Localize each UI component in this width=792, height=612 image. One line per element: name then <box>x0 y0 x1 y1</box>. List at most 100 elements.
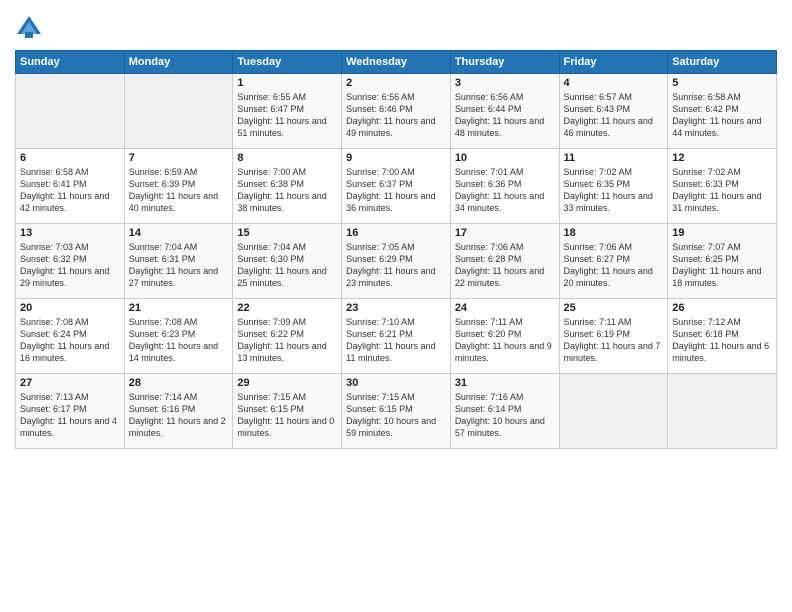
calendar-cell: 2 Sunrise: 6:56 AMSunset: 6:46 PMDaylight… <box>342 74 451 149</box>
day-number: 4 <box>564 77 664 89</box>
calendar-cell: 19 Sunrise: 7:07 AMSunset: 6:25 PMDayligh… <box>668 224 777 299</box>
day-number: 17 <box>455 227 555 239</box>
day-number: 1 <box>237 77 337 89</box>
calendar-week-row: 20Sunrise: 7:08 AMSunset: 6:24 PMDayligh… <box>16 299 777 374</box>
day-detail: Sunrise: 7:12 AMSunset: 6:18 PMDaylight:… <box>672 316 772 365</box>
calendar-cell: 6 Sunrise: 6:58 AMSunset: 6:41 PMDaylight… <box>16 149 125 224</box>
day-detail: Sunrise: 7:00 AMSunset: 6:38 PMDaylight:… <box>237 166 337 215</box>
calendar-week-row: 13 Sunrise: 7:03 AMSunset: 6:32 PMDayligh… <box>16 224 777 299</box>
day-detail: Sunrise: 7:04 AMSunset: 6:31 PMDaylight:… <box>129 241 229 290</box>
day-number: 31 <box>455 377 555 389</box>
calendar-cell: 3Sunrise: 6:56 AMSunset: 6:44 PMDaylight… <box>450 74 559 149</box>
day-detail: Sunrise: 7:00 AMSunset: 6:37 PMDaylight:… <box>346 166 446 215</box>
day-detail: Sunrise: 7:02 AMSunset: 6:35 PMDaylight:… <box>564 166 664 215</box>
calendar-cell: 21 Sunrise: 7:08 AMSunset: 6:23 PMDayligh… <box>124 299 233 374</box>
calendar-cell: 11 Sunrise: 7:02 AMSunset: 6:35 PMDayligh… <box>559 149 668 224</box>
day-detail: Sunrise: 6:58 AMSunset: 6:41 PMDaylight:… <box>20 166 120 215</box>
day-number: 30 <box>346 377 446 389</box>
day-detail: Sunrise: 7:04 AMSunset: 6:30 PMDaylight:… <box>237 241 337 290</box>
calendar-cell: 30 Sunrise: 7:15 AMSunset: 6:15 PMDayligh… <box>342 374 451 449</box>
day-number: 8 <box>237 152 337 164</box>
day-detail: Sunrise: 6:55 AMSunset: 6:47 PMDaylight:… <box>237 91 337 140</box>
calendar-cell <box>16 74 125 149</box>
day-number: 19 <box>672 227 772 239</box>
calendar-cell: 9 Sunrise: 7:00 AMSunset: 6:37 PMDaylight… <box>342 149 451 224</box>
day-header: Tuesday <box>233 51 342 74</box>
day-number: 11 <box>564 152 664 164</box>
calendar-cell: 16 Sunrise: 7:05 AMSunset: 6:29 PMDayligh… <box>342 224 451 299</box>
calendar-week-row: 6 Sunrise: 6:58 AMSunset: 6:41 PMDaylight… <box>16 149 777 224</box>
calendar-cell: 26 Sunrise: 7:12 AMSunset: 6:18 PMDayligh… <box>668 299 777 374</box>
day-detail: Sunrise: 7:13 AMSunset: 6:17 PMDaylight:… <box>20 391 120 440</box>
calendar-week-row: 1 Sunrise: 6:55 AMSunset: 6:47 PMDaylight… <box>16 74 777 149</box>
day-number: 23 <box>346 302 446 314</box>
day-detail: Sunrise: 7:11 AMSunset: 6:19 PMDaylight:… <box>564 316 664 365</box>
day-detail: Sunrise: 6:59 AMSunset: 6:39 PMDaylight:… <box>129 166 229 215</box>
day-detail: Sunrise: 7:03 AMSunset: 6:32 PMDaylight:… <box>20 241 120 290</box>
logo <box>15 14 47 42</box>
day-detail: Sunrise: 7:07 AMSunset: 6:25 PMDaylight:… <box>672 241 772 290</box>
calendar-cell: 27 Sunrise: 7:13 AMSunset: 6:17 PMDayligh… <box>16 374 125 449</box>
day-number: 25 <box>564 302 664 314</box>
calendar-cell: 12 Sunrise: 7:02 AMSunset: 6:33 PMDayligh… <box>668 149 777 224</box>
day-detail: Sunrise: 7:10 AMSunset: 6:21 PMDaylight:… <box>346 316 446 365</box>
calendar-cell: 15 Sunrise: 7:04 AMSunset: 6:30 PMDayligh… <box>233 224 342 299</box>
calendar-cell <box>668 374 777 449</box>
calendar-cell: 7Sunrise: 6:59 AMSunset: 6:39 PMDaylight… <box>124 149 233 224</box>
days-header-row: SundayMondayTuesdayWednesdayThursdayFrid… <box>16 51 777 74</box>
day-header: Saturday <box>668 51 777 74</box>
logo-icon <box>15 14 43 42</box>
calendar-cell: 14Sunrise: 7:04 AMSunset: 6:31 PMDayligh… <box>124 224 233 299</box>
day-number: 12 <box>672 152 772 164</box>
day-number: 18 <box>564 227 664 239</box>
calendar-cell: 28Sunrise: 7:14 AMSunset: 6:16 PMDayligh… <box>124 374 233 449</box>
day-detail: Sunrise: 7:01 AMSunset: 6:36 PMDaylight:… <box>455 166 555 215</box>
day-header: Sunday <box>16 51 125 74</box>
day-detail: Sunrise: 7:15 AMSunset: 6:15 PMDaylight:… <box>237 391 337 440</box>
day-detail: Sunrise: 6:57 AMSunset: 6:43 PMDaylight:… <box>564 91 664 140</box>
day-number: 21 <box>129 302 229 314</box>
day-number: 29 <box>237 377 337 389</box>
calendar-cell: 10Sunrise: 7:01 AMSunset: 6:36 PMDayligh… <box>450 149 559 224</box>
calendar-cell: 17 Sunrise: 7:06 AMSunset: 6:28 PMDayligh… <box>450 224 559 299</box>
calendar-cell: 20Sunrise: 7:08 AMSunset: 6:24 PMDayligh… <box>16 299 125 374</box>
day-header: Monday <box>124 51 233 74</box>
calendar-cell: 4 Sunrise: 6:57 AMSunset: 6:43 PMDaylight… <box>559 74 668 149</box>
day-number: 16 <box>346 227 446 239</box>
day-detail: Sunrise: 6:56 AMSunset: 6:44 PMDaylight:… <box>455 91 555 140</box>
day-header: Friday <box>559 51 668 74</box>
day-detail: Sunrise: 7:05 AMSunset: 6:29 PMDaylight:… <box>346 241 446 290</box>
calendar-cell: 23 Sunrise: 7:10 AMSunset: 6:21 PMDayligh… <box>342 299 451 374</box>
day-detail: Sunrise: 7:02 AMSunset: 6:33 PMDaylight:… <box>672 166 772 215</box>
day-number: 2 <box>346 77 446 89</box>
day-detail: Sunrise: 7:08 AMSunset: 6:23 PMDaylight:… <box>129 316 229 365</box>
day-number: 6 <box>20 152 120 164</box>
day-number: 15 <box>237 227 337 239</box>
calendar-cell <box>124 74 233 149</box>
calendar-table: SundayMondayTuesdayWednesdayThursdayFrid… <box>15 50 777 449</box>
day-number: 9 <box>346 152 446 164</box>
day-detail: Sunrise: 7:06 AMSunset: 6:27 PMDaylight:… <box>564 241 664 290</box>
day-detail: Sunrise: 7:15 AMSunset: 6:15 PMDaylight:… <box>346 391 446 440</box>
day-number: 13 <box>20 227 120 239</box>
day-header: Wednesday <box>342 51 451 74</box>
calendar-cell: 13 Sunrise: 7:03 AMSunset: 6:32 PMDayligh… <box>16 224 125 299</box>
day-detail: Sunrise: 7:06 AMSunset: 6:28 PMDaylight:… <box>455 241 555 290</box>
day-detail: Sunrise: 6:56 AMSunset: 6:46 PMDaylight:… <box>346 91 446 140</box>
day-number: 27 <box>20 377 120 389</box>
calendar-cell <box>559 374 668 449</box>
day-detail: Sunrise: 7:14 AMSunset: 6:16 PMDaylight:… <box>129 391 229 440</box>
day-header: Thursday <box>450 51 559 74</box>
calendar-cell: 8 Sunrise: 7:00 AMSunset: 6:38 PMDaylight… <box>233 149 342 224</box>
day-number: 20 <box>20 302 120 314</box>
calendar-cell: 5Sunrise: 6:58 AMSunset: 6:42 PMDaylight… <box>668 74 777 149</box>
calendar-cell: 1 Sunrise: 6:55 AMSunset: 6:47 PMDaylight… <box>233 74 342 149</box>
day-detail: Sunrise: 7:11 AMSunset: 6:20 PMDaylight:… <box>455 316 555 365</box>
day-detail: Sunrise: 7:16 AMSunset: 6:14 PMDaylight:… <box>455 391 555 440</box>
day-number: 24 <box>455 302 555 314</box>
header <box>15 10 777 42</box>
calendar-cell: 29 Sunrise: 7:15 AMSunset: 6:15 PMDayligh… <box>233 374 342 449</box>
day-detail: Sunrise: 6:58 AMSunset: 6:42 PMDaylight:… <box>672 91 772 140</box>
calendar-week-row: 27 Sunrise: 7:13 AMSunset: 6:17 PMDayligh… <box>16 374 777 449</box>
day-number: 26 <box>672 302 772 314</box>
